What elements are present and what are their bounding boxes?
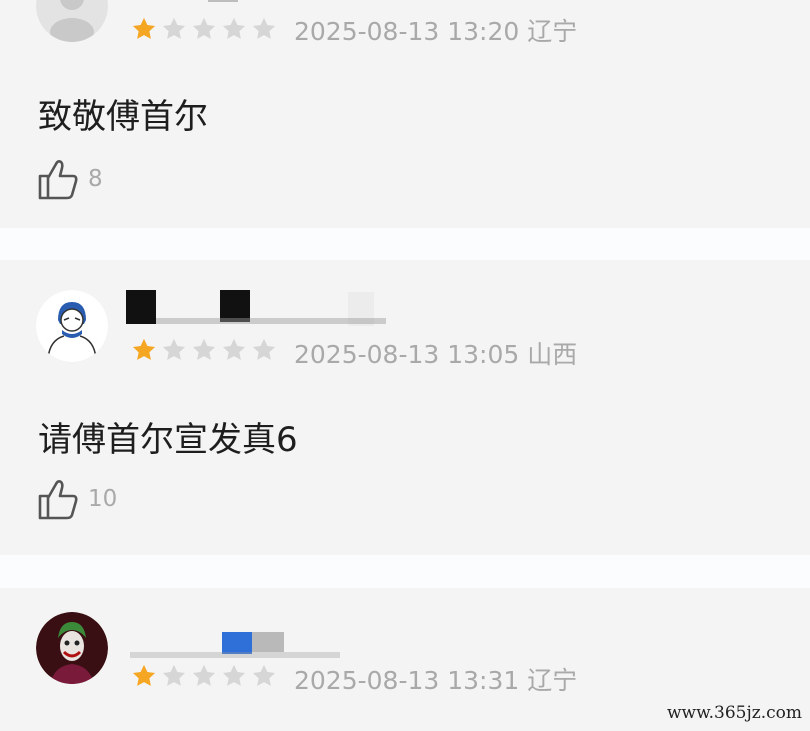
star-empty-icon <box>220 662 250 690</box>
default-avatar-icon[interactable] <box>36 0 108 42</box>
like-button[interactable]: 10 <box>36 476 117 522</box>
star-empty-icon <box>250 336 280 364</box>
comment-datetime: 2025-08-13 13:20 <box>294 17 520 46</box>
joker-avatar-icon[interactable] <box>36 612 108 684</box>
comment-text: 请傅首尔宣发真6 <box>38 420 298 460</box>
comment-datetime: 2025-08-13 13:31 <box>294 666 520 695</box>
star-rating <box>130 14 280 44</box>
site-watermark: www.365jz.com <box>667 703 802 723</box>
comment-meta: 2025-08-13 13:05 山西 <box>294 335 577 371</box>
like-button[interactable]: 8 <box>36 156 103 202</box>
comment-meta: 2025-08-13 13:31 辽宁 <box>294 661 577 697</box>
comment-text: 致敬傅首尔 <box>38 97 208 137</box>
comment-location: 辽宁 <box>527 17 578 46</box>
comment-card: 2025-08-13 13:05 山西 请傅首尔宣发真6 10 <box>0 260 810 555</box>
star-empty-icon <box>220 15 250 43</box>
like-count: 10 <box>88 486 118 512</box>
thumbs-up-icon <box>36 476 80 522</box>
star-rating <box>130 661 280 691</box>
comment-location: 山西 <box>527 340 578 369</box>
comment-datetime: 2025-08-13 13:05 <box>294 340 520 369</box>
star-empty-icon <box>160 662 190 690</box>
comment-meta: 2025-08-13 13:20 辽宁 <box>294 12 577 48</box>
star-rating <box>130 335 280 365</box>
star-empty-icon <box>160 15 190 43</box>
redacted-username[interactable] <box>126 290 386 326</box>
star-filled-icon <box>130 336 160 364</box>
star-empty-icon <box>190 336 220 364</box>
redacted-username[interactable] <box>128 0 238 6</box>
star-empty-icon <box>190 15 220 43</box>
star-empty-icon <box>220 336 250 364</box>
like-count: 8 <box>88 166 103 192</box>
star-empty-icon <box>190 662 220 690</box>
thumbs-up-icon <box>36 156 80 202</box>
star-filled-icon <box>130 15 160 43</box>
star-empty-icon <box>250 15 280 43</box>
redacted-username[interactable] <box>130 632 340 662</box>
star-empty-icon <box>250 662 280 690</box>
star-filled-icon <box>130 662 160 690</box>
sketch-avatar-icon[interactable] <box>36 290 108 362</box>
comment-location: 辽宁 <box>527 666 578 695</box>
comment-card: 2025-08-13 13:20 辽宁 致敬傅首尔 8 <box>0 0 810 228</box>
star-empty-icon <box>160 336 190 364</box>
